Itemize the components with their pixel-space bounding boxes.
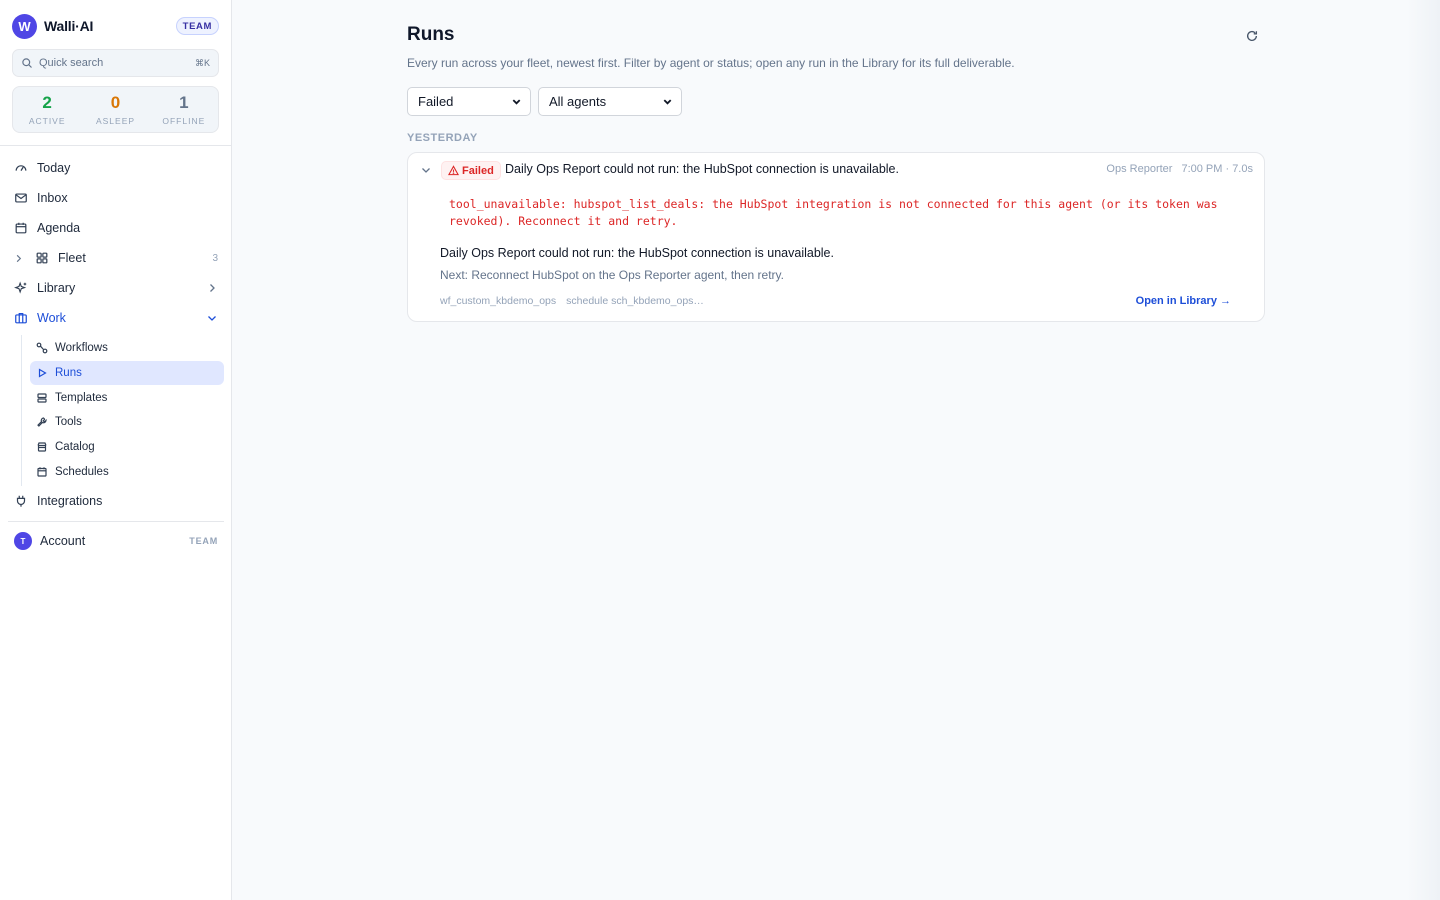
sidebar: W Walli·AI TEAM Quick search ⌘K 2 ACTIVE… [0,0,232,900]
stat-asleep-label: ASLEEP [95,115,136,126]
brand-name: Walli·AI [44,18,94,34]
status-badge-label: Failed [462,164,494,177]
work-collapse[interactable] [206,312,218,324]
brand-logo: W [12,13,37,39]
stat-asleep-value: 0 [110,92,121,112]
nav-agenda[interactable]: Agenda [8,215,224,241]
nav-catalog[interactable]: Catalog [30,435,224,459]
sparkle-icon [14,281,27,294]
nav-templates[interactable]: Templates [30,386,224,410]
nav-integrations[interactable]: Integrations [8,488,224,514]
play-icon [38,368,47,378]
agent-filter-value: All agents [549,94,607,109]
chevron-down-icon [663,99,672,105]
template-icon [37,393,47,403]
store-icon [37,442,47,452]
nav-work[interactable]: Work [8,305,224,331]
run-card[interactable]: Failed Daily Ops Report could not run: t… [407,152,1265,322]
nav-library-label: Library [37,281,76,295]
plug-icon [16,495,26,507]
calendar-icon [15,222,27,234]
run-next-step: Next: Reconnect HubSpot on the Ops Repor… [440,268,784,282]
status-badge: Failed [441,161,501,180]
fleet-stats: 2 ACTIVE 0 ASLEEP 1 OFFLINE [12,86,219,133]
search-shortcut: ⌘K [194,57,210,68]
briefcase-icon [15,313,27,324]
chevron-right-icon [210,284,215,292]
run-summary: Daily Ops Report could not run: the HubS… [440,246,834,260]
stat-offline-value: 1 [179,92,189,112]
stat-offline[interactable]: 1 OFFLINE [150,87,218,132]
stat-asleep[interactable]: 0 ASLEEP [81,87,149,132]
workflow-id: wf_custom_kbdemo_ops [440,295,557,307]
quick-search[interactable]: Quick search ⌘K [12,49,219,77]
search-placeholder: Quick search [39,57,104,69]
stat-active-label: ACTIVE [28,115,66,126]
status-filter[interactable]: Failed [407,87,531,116]
library-expand[interactable] [206,282,218,294]
account-label: Account [40,534,86,548]
nav-agenda-label: Agenda [37,221,81,235]
nav-fleet[interactable]: Fleet 3 [8,245,224,271]
nav-schedules[interactable]: Schedules [30,460,224,484]
run-title: Daily Ops Report could not run: the HubS… [505,162,899,176]
nav-inbox[interactable]: Inbox [8,185,224,211]
edge-shadow [1406,0,1440,900]
stat-active-value: 2 [42,92,52,112]
nav-workflows[interactable]: Workflows [30,336,224,360]
chevron-right-icon[interactable] [14,254,23,263]
chevron-down-icon [208,316,216,321]
grid-icon [36,252,48,264]
nav-runs-label: Runs [55,367,82,379]
nav-library[interactable]: Library [8,275,224,301]
nav-work-label: Work [37,311,66,325]
warning-icon [448,165,459,176]
gauge-icon [15,165,27,171]
chevron-down-icon [512,99,521,105]
run-time: 7:00 PM · 7.0s [1181,163,1253,175]
status-filter-value: Failed [418,94,454,109]
nav-fleet-label: Fleet [58,251,86,265]
divider [0,145,231,146]
brand: W Walli·AI TEAM [12,13,219,39]
nav-tools-label: Tools [55,416,82,428]
stat-active[interactable]: 2 ACTIVE [13,87,81,132]
calendar-icon [37,467,47,477]
workflow-icon [36,342,48,354]
refresh-button[interactable] [1244,28,1260,44]
nav-schedules-label: Schedules [55,466,109,478]
submenu-guide [21,335,22,486]
mail-icon [15,193,27,203]
plan-badge: TEAM [175,17,219,35]
chevron-down-icon[interactable] [421,165,431,175]
nav-integrations-label: Integrations [37,494,103,508]
nav-templates-label: Templates [55,392,108,404]
run-error-message: tool_unavailable: hubspot_list_deals: th… [449,197,1218,228]
wrench-icon [37,417,47,427]
refresh-icon [1246,30,1258,41]
nav-catalog-label: Catalog [55,441,95,453]
nav-inbox-label: Inbox [37,191,68,205]
account-menu[interactable]: T Account TEAM [14,531,218,551]
nav-workflows-label: Workflows [55,342,108,354]
search-icon [22,58,32,68]
run-meta: Ops Reporter 7:00 PM · 7.0s [1106,163,1253,175]
nav-today[interactable]: Today [8,155,224,181]
account-plan-tag: TEAM [189,536,218,546]
divider [8,521,224,522]
fleet-count: 3 [212,252,218,264]
run-agent: Ops Reporter [1106,163,1173,175]
agent-filter[interactable]: All agents [538,87,682,116]
schedule-id: schedule sch_kbdemo_ops… [566,295,704,307]
page-title: Runs [407,24,455,45]
avatar: T [14,532,32,550]
page-subtitle: Every run across your fleet, newest firs… [407,56,1015,70]
open-in-library-link[interactable]: Open in Library → [1136,295,1231,307]
nav-tools[interactable]: Tools [30,410,224,434]
stat-offline-label: OFFLINE [162,115,206,126]
date-group-label: YESTERDAY [407,132,478,144]
run-footer: wf_custom_kbdemo_ops schedule sch_kbdemo… [440,295,704,307]
nav-today-label: Today [37,161,71,175]
nav-runs[interactable]: Runs [30,361,224,385]
